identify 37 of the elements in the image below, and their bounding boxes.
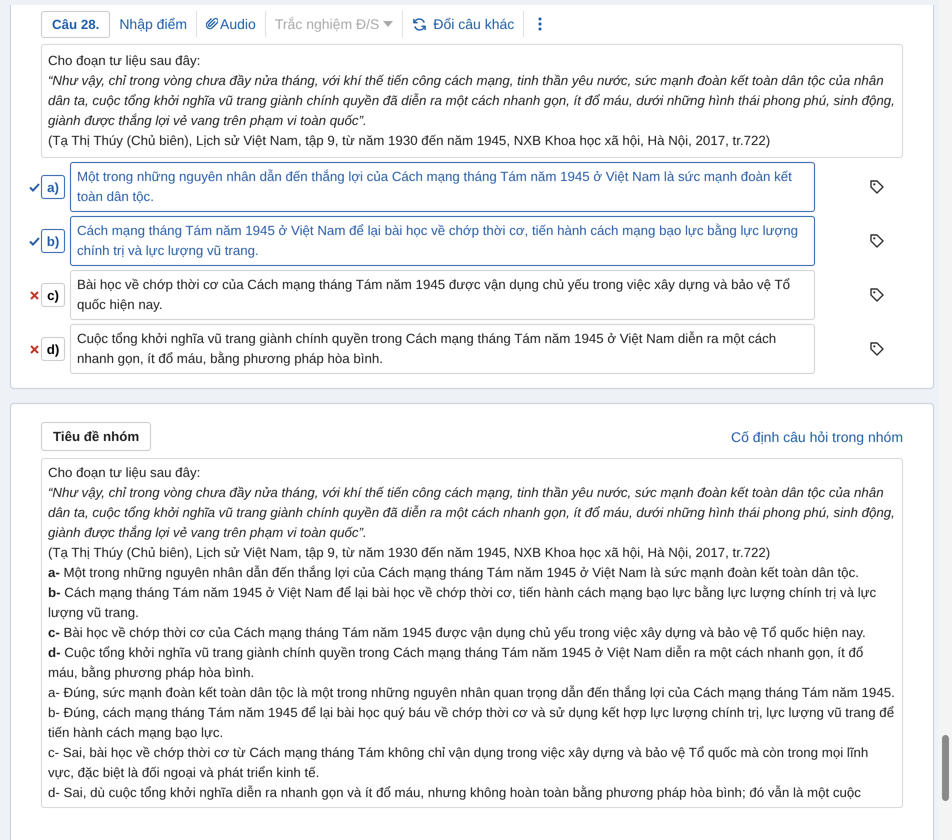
option-text[interactable]: Cuộc tổng khởi nghĩa vũ trang giành chính quyền trong Cách mạng tháng Tám năm 1945 ở Việt Nam diễn ra một cách nhanh gọn, ít đổ máu, bằng phương pháp hòa bình.	[70, 324, 815, 374]
content-paragraph: d- Sai, dù cuộc tổng khởi nghĩa diễn ra nhanh gọn và ít đổ máu, nhưng không hoàn toàn bằng phương pháp hòa bình; đó vẫn là một cuộc	[48, 784, 862, 802]
content-paragraph: (Tạ Thị Thúy (Chủ biên), Lịch sử Việt Nam, tập 9, từ năm 1930 đến năm 1945, NXB Khoa học xã hội, Hà Nội, 2017, tr.722)	[48, 544, 772, 562]
swap-question-link[interactable]: Đổi câu khác	[403, 16, 524, 32]
passage-source: (Tạ Thị Thúy (Chủ biên), Lịch sử Việt Nam, tập 9, từ năm 1930 đến năm 1945, NXB Khoa học xã hội, Hà Nội, 2017, tr.722)	[48, 132, 772, 150]
content-paragraph: d- Cuộc tổng khởi nghĩa vũ trang giành chính quyền trong Cách mạng tháng Tám năm 1945 ở Việt Nam diễn ra một cách nhanh gọn, ít đổ máu, bằng phương pháp hòa bình.	[48, 644, 864, 682]
scrollbar-thumb[interactable]	[942, 735, 949, 801]
content-paragraph: c- Sai, bài học về chớp thời cơ từ Cách mạng tháng Tám không chỉ vận dụng trong việc xây dựng và bảo vệ Tổ quốc mà còn trong mọi lĩnh vực, đặc biệt là đối ngoại và phát triển kinh tế.	[48, 744, 870, 782]
group-title-button[interactable]: Tiêu đề nhóm	[41, 422, 152, 451]
passage-quote: “Như vậy, chỉ trong vòng chưa đầy nửa tháng, với khí thế tiến công cách mạng, tinh thần yêu nước, sức mạnh đoàn kết toàn dân tộc của nhân dân ta, cuộc tổng khởi nghĩa vũ trang giành chính quyền đã diễn ra một cách nhanh gọn, ít đổ máu, dưới những hình thái phong phú, sinh động, giành được thắng lợi vẻ vang trên phạm vi toàn quốc”.	[48, 72, 896, 130]
question-number[interactable]: Câu 28.	[41, 10, 110, 38]
option-label[interactable]: b)	[41, 229, 65, 253]
tag-icon[interactable]	[869, 341, 885, 357]
content-paragraph: a- Một trong những nguyên nhân dẫn đến thắng lợi của Cách mạng tháng Tám năm 1945 ở Việt Nam là sức mạnh đoàn kết toàn dân tộc.	[48, 564, 860, 582]
content-paragraph: b- Đúng, cách mạng tháng Tám năm 1945 để lại bài học quý báu về chớp thời cơ và sử dụng kết hợp lực lượng chính trị, lực lượng vũ trang để tiến hành cách mạng bạo lực.	[48, 704, 896, 742]
tag-icon[interactable]	[869, 287, 885, 303]
content-paragraph: Cho đoạn tư liệu sau đây:	[48, 464, 202, 482]
pin-questions-link[interactable]: Cố định câu hỏi trong nhóm	[731, 428, 903, 444]
option-text[interactable]: Bài học về chớp thời cơ của Cách mạng tháng Tám năm 1945 được vận dụng chủ yếu trong việc xây dựng và bảo vệ Tổ quốc hiện nay.	[70, 270, 815, 320]
tag-icon[interactable]	[869, 233, 885, 249]
paperclip-icon	[206, 17, 218, 31]
passage-intro: Cho đoạn tư liệu sau đây:	[48, 52, 202, 70]
option-label[interactable]: a)	[41, 175, 65, 199]
content-paragraph: b- Cách mạng tháng Tám năm 1945 ở Việt Nam để lại bài học về chớp thời cơ, tiến hành cách mạng bạo lực bằng lực lượng chính trị và lực lượng vũ trang.	[48, 584, 878, 622]
passage-quote: “Như vậy, chỉ trong vòng chưa đầy nửa tháng, với khí thế tiến công cách mạng, tinh thần yêu nước, sức mạnh đoàn kết toàn dân tộc của nhân dân ta, cuộc tổng khởi nghĩa vũ trang giành chính quyền đã diễn ra một cách nhanh gọn, ít đổ máu, dưới những hình thái phong phú, sinh động, giành được thắng lợi vẻ vang trên phạm vi toàn quốc”.	[48, 484, 896, 542]
refresh-icon	[412, 16, 428, 32]
content-paragraph: a- Đúng, sức mạnh đoàn kết toàn dân tộc là một trong những nguyên nhân quan trọng dẫn đến thắng lợi của Cách mạng tháng Tám năm 1945.	[48, 684, 896, 702]
option-text[interactable]: Cách mạng tháng Tám năm 1945 ở Việt Nam để lại bài học về chớp thời cơ, tiến hành cách mạng bạo lực bằng lực lượng chính trị và lực lượng vũ trang.	[70, 216, 815, 266]
option-text[interactable]: Một trong những nguyên nhân dẫn đến thắng lợi của Cách mạng tháng Tám năm 1945 ở Việt Nam là sức mạnh đoàn kết toàn dân tộc.	[70, 162, 815, 212]
option-label[interactable]: c)	[41, 283, 65, 307]
content-paragraph: c- Bài học về chớp thời cơ của Cách mạng tháng Tám năm 1945 được vận dụng chủ yếu trong việc xây dựng và bảo vệ Tổ quốc hiện nay.	[48, 624, 867, 642]
more-options-icon[interactable]	[538, 17, 542, 31]
caret-icon	[383, 21, 394, 27]
score-link[interactable]: Nhập điểm	[110, 16, 196, 32]
option-label[interactable]: d)	[41, 337, 65, 361]
tag-icon[interactable]	[869, 179, 885, 195]
audio-link[interactable]: Audio	[197, 16, 265, 32]
